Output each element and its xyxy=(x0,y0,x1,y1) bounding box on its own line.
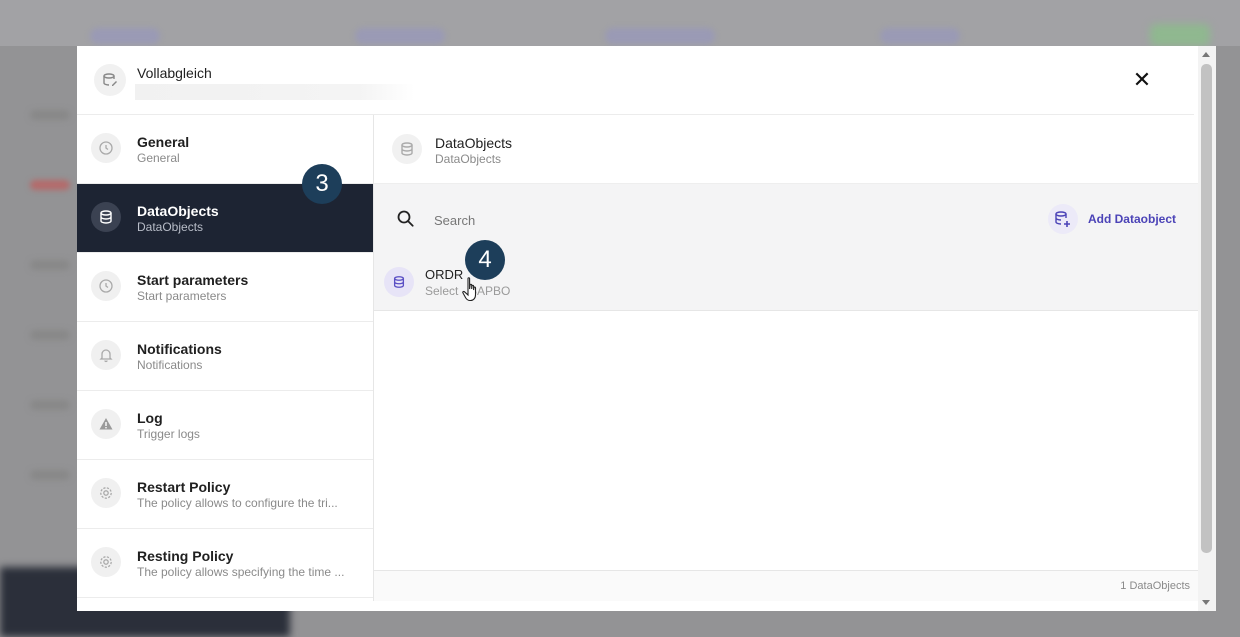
trigger-dialog: Vollabgleich ✕ General General DataObjec… xyxy=(77,46,1216,611)
sidebar-item-restart-policy[interactable]: Restart Policy The policy allows to conf… xyxy=(77,460,373,529)
sidebar-item-description: DataObjects xyxy=(137,220,204,234)
clock-icon xyxy=(91,133,121,163)
database-add-icon xyxy=(1047,204,1078,234)
panel-footer: 1 DataObjects xyxy=(374,570,1198,601)
add-dataobject-label: Add Dataobject xyxy=(1087,212,1176,226)
clock-icon xyxy=(91,271,121,301)
panel-title: DataObjects xyxy=(435,135,513,151)
sidebar-item-description: Notifications xyxy=(137,358,203,372)
blurred-element xyxy=(90,28,160,44)
sidebar-item-description: Start parameters xyxy=(137,289,227,303)
database-icon xyxy=(384,267,414,297)
dataobjects-panel: DataObjects DataObjects Add Dataobject O… xyxy=(374,115,1198,601)
blurred-element xyxy=(30,260,70,270)
sidebar-item-label: Notifications xyxy=(137,341,222,357)
blurred-element xyxy=(30,330,70,340)
blurred-element xyxy=(605,28,715,44)
panel-subtitle: DataObjects xyxy=(435,152,502,166)
sidebar-item-label: Resting Policy xyxy=(137,548,234,564)
database-icon xyxy=(91,202,121,232)
gear-icon xyxy=(91,547,121,577)
sidebar-item-label: General xyxy=(137,134,190,150)
panel-header: DataObjects DataObjects xyxy=(374,115,1198,184)
sidebar-item-start-parameters[interactable]: Start parameters Start parameters xyxy=(77,253,373,322)
scroll-down-arrow-icon[interactable] xyxy=(1202,600,1210,605)
warning-icon xyxy=(91,409,121,439)
database-edit-icon xyxy=(94,64,126,96)
blurred-element xyxy=(880,28,960,44)
sidebar-item-description: The policy allows specifying the time ..… xyxy=(137,565,345,579)
blurred-element xyxy=(30,400,70,410)
sidebar-item-description: The policy allows to configure the tri..… xyxy=(137,496,338,510)
step-marker-badge: 3 xyxy=(302,164,342,204)
database-icon xyxy=(392,134,422,164)
dataobject-count: 1 DataObjects xyxy=(1120,580,1190,592)
gear-icon xyxy=(91,478,121,508)
sidebar-item-resting-policy[interactable]: Resting Policy The policy allows specify… xyxy=(77,529,373,598)
step-marker-badge: 4 xyxy=(465,240,505,280)
vertical-scrollbar[interactable] xyxy=(1198,46,1216,611)
sidebar-item-log[interactable]: Log Trigger logs xyxy=(77,391,373,460)
sidebar-item-label: Start parameters xyxy=(137,272,249,288)
sidebar-item-label: Restart Policy xyxy=(137,479,231,495)
sidebar-item-notifications[interactable]: Notifications Notifications xyxy=(77,322,373,391)
add-dataobject-button[interactable]: Add Dataobject xyxy=(1047,204,1176,234)
scrollbar-thumb[interactable] xyxy=(1201,64,1212,553)
dialog-title: Vollabgleich xyxy=(137,65,212,81)
dialog-subtitle-redacted xyxy=(135,84,415,100)
sidebar-item-label: DataObjects xyxy=(137,203,219,219)
blurred-button xyxy=(1150,24,1210,46)
sidebar-item-description: General xyxy=(137,151,180,165)
blurred-element xyxy=(30,110,70,120)
bell-icon xyxy=(91,340,121,370)
blurred-element xyxy=(355,28,445,44)
hand-pointer-icon xyxy=(462,277,477,302)
sidebar-item-label: Log xyxy=(137,410,163,426)
dialog-header: Vollabgleich ✕ xyxy=(77,46,1194,115)
dataobject-name: ORDR xyxy=(425,267,464,282)
blurred-element xyxy=(30,470,70,480)
blurred-element xyxy=(30,180,70,190)
close-button[interactable]: ✕ xyxy=(1130,68,1154,92)
sidebar-item-description: Trigger logs xyxy=(137,427,200,441)
scroll-up-arrow-icon[interactable] xyxy=(1202,52,1210,57)
search-icon xyxy=(397,210,414,227)
search-input[interactable] xyxy=(432,208,996,232)
